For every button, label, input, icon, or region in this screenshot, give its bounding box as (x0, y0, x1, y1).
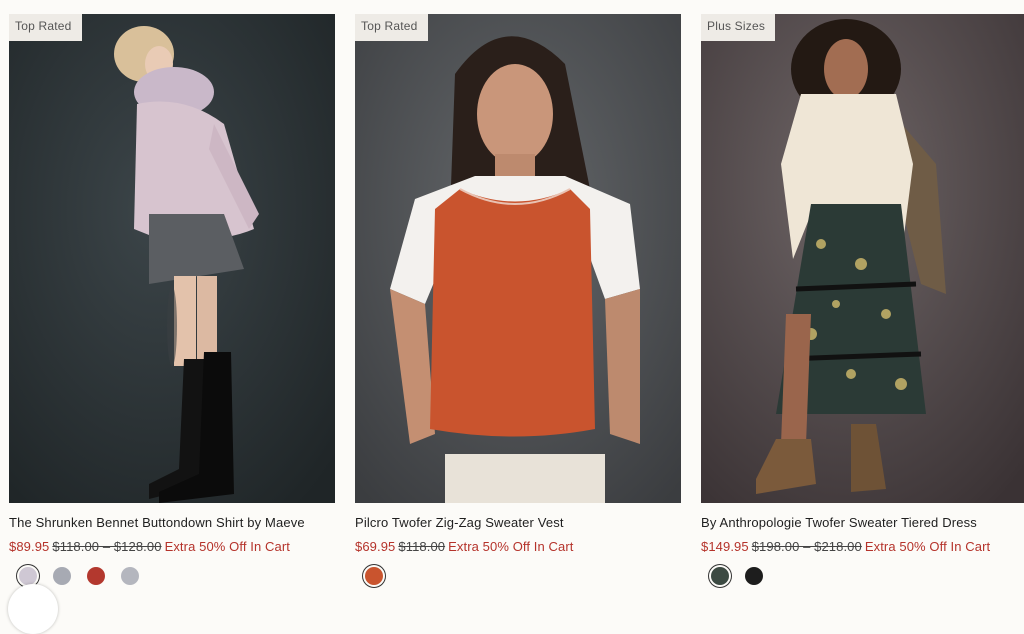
product-image[interactable]: Top Rated (9, 14, 335, 503)
product-image[interactable]: Plus Sizes (701, 14, 1024, 503)
color-swatches (9, 567, 335, 585)
promo-text: Extra 50% Off In Cart (448, 539, 574, 554)
product-title[interactable]: The Shrunken Bennet Buttondown Shirt by … (9, 515, 335, 530)
product-title[interactable]: Pilcro Twofer Zig-Zag Sweater Vest (355, 515, 681, 530)
product-card[interactable]: Top Rated The Shrunken Bennet Buttondown… (9, 14, 335, 585)
product-image[interactable]: Top Rated (355, 14, 681, 503)
price-row: $149.95 $198.00 – $218.00 Extra 50% Off In… (701, 539, 1024, 554)
color-swatch-red-bow[interactable] (87, 567, 105, 585)
sale-price: $149.95 (701, 539, 749, 554)
color-swatch-light-grey[interactable] (121, 567, 139, 585)
product-title[interactable]: By Anthropologie Twofer Sweater Tiered D… (701, 515, 1024, 530)
original-price: $118.00 – $128.00 (52, 539, 162, 554)
product-photo (9, 14, 335, 503)
floating-chat-button[interactable] (8, 584, 58, 634)
color-swatches (701, 567, 1024, 585)
color-swatches (355, 567, 681, 585)
product-card[interactable]: Top Rated Pilcro Twofer Zig-Zag Sweater … (355, 14, 681, 585)
sale-price: $69.95 (355, 539, 396, 554)
color-swatch-black[interactable] (745, 567, 763, 585)
color-swatch-grey[interactable] (53, 567, 71, 585)
price-row: $89.95 $118.00 – $128.00 Extra 50% Off In … (9, 539, 335, 554)
top-rated-badge: Top Rated (355, 14, 428, 41)
color-swatch-lilac-print[interactable] (19, 567, 37, 585)
product-photo (701, 14, 1024, 503)
color-swatch-orange[interactable] (365, 567, 383, 585)
sale-price: $89.95 (9, 539, 50, 554)
original-price: $118.00 (398, 539, 446, 554)
top-rated-badge: Top Rated (9, 14, 82, 41)
original-price: $198.00 – $218.00 (751, 539, 862, 554)
promo-text: Extra 50% Off In Cart (164, 539, 290, 554)
product-card[interactable]: Plus Sizes By Anthropologie Twofer Sweat… (701, 14, 1024, 585)
promo-text: Extra 50% Off In Cart (864, 539, 991, 554)
product-photo (355, 14, 681, 503)
plus-sizes-badge: Plus Sizes (701, 14, 776, 41)
price-row: $69.95 $118.00 Extra 50% Off In Cart (355, 539, 681, 554)
color-swatch-dark-floral[interactable] (711, 567, 729, 585)
